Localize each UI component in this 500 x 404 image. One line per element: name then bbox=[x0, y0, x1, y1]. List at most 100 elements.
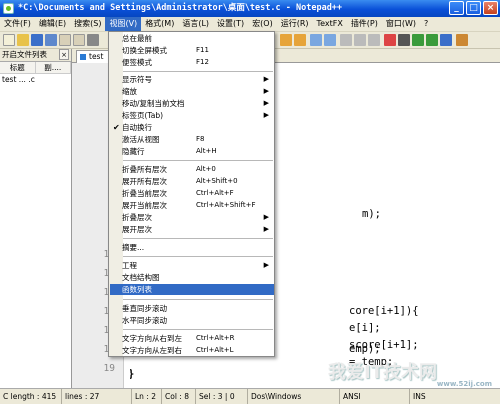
sync-vertical-icon[interactable] bbox=[310, 34, 322, 46]
menu-text-ltr[interactable]: 文字方向从左到右 Ctrl+Alt+L bbox=[110, 345, 274, 356]
word-wrap-icon[interactable] bbox=[340, 34, 352, 46]
submenu-arrow-icon: ▶ bbox=[263, 75, 269, 83]
menu-language[interactable]: 语言(L) bbox=[178, 17, 213, 31]
menu-separator bbox=[123, 329, 273, 330]
file-name: test ... .c bbox=[2, 75, 35, 84]
submenu-arrow-icon: ▶ bbox=[263, 225, 269, 233]
panel-close-icon[interactable]: × bbox=[59, 49, 69, 60]
menu-tab[interactable]: 标签页(Tab) ▶ bbox=[110, 110, 274, 121]
menu-macro[interactable]: 宏(O) bbox=[248, 17, 277, 31]
submenu-arrow-icon: ▶ bbox=[263, 87, 269, 95]
menu-search[interactable]: 搜索(S) bbox=[70, 17, 105, 31]
menu-textfx[interactable]: TextFX bbox=[313, 17, 347, 31]
menu-fold-level[interactable]: 折叠层次 ▶ bbox=[110, 212, 274, 223]
status-length: C length : 415 bbox=[0, 389, 62, 404]
menu-file[interactable]: 文件(F) bbox=[0, 17, 35, 31]
window-title: *C:\Documents and Settings\Administrator… bbox=[18, 3, 343, 13]
menu-move-clone-document[interactable]: 移动/复制当前文档 ▶ bbox=[110, 98, 274, 109]
menu-window[interactable]: 窗口(W) bbox=[382, 17, 420, 31]
menu-project[interactable]: 工程 ▶ bbox=[110, 260, 274, 271]
open-folder-icon[interactable] bbox=[17, 34, 29, 46]
status-column: Col : 8 bbox=[162, 389, 196, 404]
menu-format[interactable]: 格式(M) bbox=[141, 17, 178, 31]
line-number: 19 bbox=[103, 363, 115, 374]
minimize-button[interactable]: _ bbox=[449, 1, 464, 15]
column-path[interactable]: 副.... bbox=[36, 62, 71, 73]
status-selection: Sel : 3 | 0 bbox=[196, 389, 248, 404]
menu-sync-vertical-scroll[interactable]: 垂直同步滚动 bbox=[110, 303, 274, 314]
show-symbols-icon[interactable] bbox=[354, 34, 366, 46]
file-list-item[interactable]: test ... .c bbox=[0, 74, 71, 85]
code-line: } bbox=[130, 368, 134, 380]
status-lines: lines : 27 bbox=[62, 389, 132, 404]
close-all-icon[interactable] bbox=[73, 34, 85, 46]
status-eol-format: Dos\Windows bbox=[248, 389, 340, 404]
menu-zoom[interactable]: 缩放 ▶ bbox=[110, 86, 274, 97]
status-bar: C length : 415 lines : 27 Ln : 2 Col : 8… bbox=[0, 388, 500, 404]
menu-separator bbox=[123, 160, 273, 161]
zoom-in-icon[interactable] bbox=[280, 34, 292, 46]
code-line: m); bbox=[362, 208, 381, 220]
status-insert-mode: INS bbox=[413, 392, 426, 401]
title-bar: *C:\Documents and Settings\Administrator… bbox=[0, 0, 500, 17]
menu-document-map[interactable]: 文档结构图 bbox=[110, 272, 274, 283]
menu-fold-current[interactable]: 折叠当前层次 Ctrl+Alt+F bbox=[110, 188, 274, 199]
new-file-icon[interactable] bbox=[3, 34, 15, 46]
menu-hide-lines[interactable]: 隐藏行 Alt+H bbox=[110, 146, 274, 157]
open-file-list-panel: 开启文件列表 × 标题 副.... test ... .c bbox=[0, 49, 72, 388]
column-title[interactable]: 标题 bbox=[0, 62, 36, 73]
menu-view[interactable]: 视图(V) bbox=[105, 17, 142, 31]
menu-separator bbox=[123, 299, 273, 300]
watermark: 我爱IT技术网 www.52ij.com bbox=[328, 358, 498, 388]
menu-separator bbox=[123, 238, 273, 239]
spell-check-icon[interactable] bbox=[456, 34, 468, 46]
save-icon[interactable] bbox=[31, 34, 43, 46]
menu-postit-mode[interactable]: 便签模式 F12 bbox=[110, 57, 274, 68]
menu-always-on-top[interactable]: 总在最前 bbox=[110, 33, 274, 44]
submenu-arrow-icon: ▶ bbox=[263, 213, 269, 221]
menu-bar: 文件(F) 编辑(E) 搜索(S) 视图(V) 格式(M) 语言(L) 设置(T… bbox=[0, 17, 500, 32]
menu-sync-horizontal-scroll[interactable]: 水平同步滚动 bbox=[110, 315, 274, 326]
menu-separator bbox=[123, 256, 273, 257]
save-all-icon[interactable] bbox=[45, 34, 57, 46]
menu-unfold-current[interactable]: 展开当前层次 Ctrl+Alt+Shift+F bbox=[110, 200, 274, 211]
zoom-out-icon[interactable] bbox=[294, 34, 306, 46]
menu-settings[interactable]: 设置(T) bbox=[213, 17, 248, 31]
menu-toggle-fullscreen[interactable]: 切换全屏模式 F11 bbox=[110, 45, 274, 56]
menu-unfold-all[interactable]: 展开所有层次 Alt+Shift+0 bbox=[110, 176, 274, 187]
maximize-button[interactable]: □ bbox=[466, 1, 481, 15]
submenu-arrow-icon: ▶ bbox=[263, 261, 269, 269]
watermark-url: www.52ij.com bbox=[436, 380, 492, 388]
menu-summary[interactable]: 摘要... bbox=[110, 242, 274, 253]
notepadpp-app-icon bbox=[3, 3, 14, 14]
stop-macro-icon[interactable] bbox=[398, 34, 410, 46]
indent-guide-icon[interactable] bbox=[368, 34, 380, 46]
code-line: e[i]; bbox=[349, 322, 381, 334]
menu-plugins[interactable]: 插件(P) bbox=[347, 17, 382, 31]
save-macro-icon[interactable] bbox=[440, 34, 452, 46]
panel-header: 开启文件列表 × bbox=[0, 49, 71, 62]
print-icon[interactable] bbox=[87, 34, 99, 46]
close-button[interactable]: × bbox=[483, 1, 498, 15]
menu-word-wrap[interactable]: ✔ 自动换行 bbox=[110, 122, 274, 133]
play-macro-icon[interactable] bbox=[412, 34, 424, 46]
menu-focus-other-view[interactable]: 激活从视图 F8 bbox=[110, 134, 274, 145]
close-file-icon[interactable] bbox=[59, 34, 71, 46]
record-macro-icon[interactable] bbox=[384, 34, 396, 46]
menu-run[interactable]: 运行(R) bbox=[277, 17, 313, 31]
view-menu-dropdown: 总在最前 切换全屏模式 F11 便签模式 F12 显示符号 ▶ 缩放 ▶ 移动/复制当前… bbox=[108, 31, 275, 357]
menu-unfold-level[interactable]: 展开层次 ▶ bbox=[110, 224, 274, 235]
tab-label: test bbox=[89, 52, 104, 61]
menu-edit[interactable]: 编辑(E) bbox=[35, 17, 70, 31]
sync-horizontal-icon[interactable] bbox=[324, 34, 336, 46]
code-line: emp); bbox=[349, 343, 381, 355]
menu-show-symbol[interactable]: 显示符号 ▶ bbox=[110, 74, 274, 85]
menu-text-rtl[interactable]: 文字方向从右到左 Ctrl+Alt+R bbox=[110, 333, 274, 344]
run-macro-multiple-icon[interactable] bbox=[426, 34, 438, 46]
menu-separator bbox=[123, 71, 273, 72]
menu-fold-all[interactable]: 折叠所有层次 Alt+0 bbox=[110, 164, 274, 175]
status-encoding: ANSI bbox=[340, 389, 410, 404]
submenu-arrow-icon: ▶ bbox=[263, 99, 269, 107]
menu-help[interactable]: ? bbox=[420, 17, 432, 31]
menu-function-list[interactable]: 函数列表 bbox=[110, 284, 274, 295]
